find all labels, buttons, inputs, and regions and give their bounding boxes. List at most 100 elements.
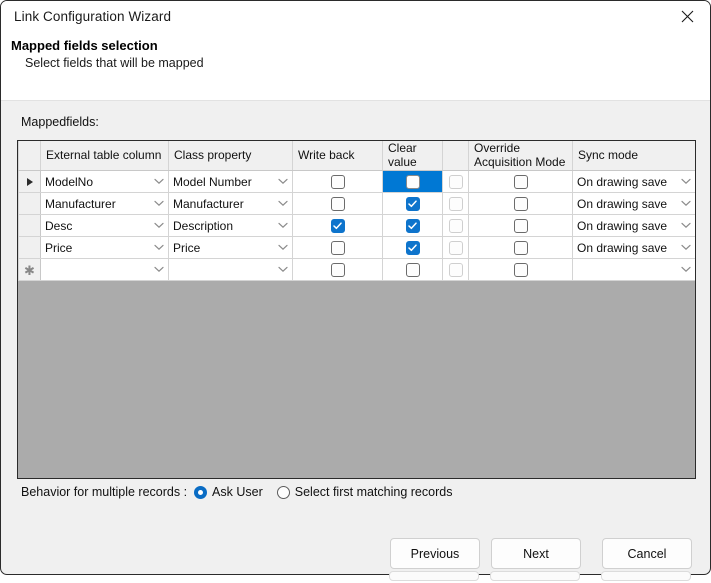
cell-override-acquisition-mode[interactable] — [468, 170, 573, 193]
checkbox-override-acquisition-mode[interactable] — [513, 218, 528, 233]
cell-override-acquisition-mode[interactable] — [468, 214, 573, 237]
checkbox-write-back[interactable] — [330, 262, 345, 277]
checkbox-override-acquisition-mode[interactable] — [513, 240, 528, 255]
checkbox-clear-value[interactable] — [405, 262, 420, 277]
chevron-down-icon[interactable] — [274, 266, 292, 273]
combo-external-table-column[interactable]: Manufacturer — [42, 194, 168, 214]
combo-sync-mode[interactable]: On drawing save — [574, 172, 695, 192]
cell-sync-mode[interactable]: On drawing save — [572, 214, 695, 237]
cell-external-table-column[interactable]: Price — [40, 236, 169, 259]
chevron-down-icon[interactable] — [677, 178, 695, 185]
cell-clear-value[interactable] — [382, 192, 443, 215]
combo-external-table-column[interactable]: ModelNo — [42, 172, 168, 192]
chevron-down-icon[interactable] — [274, 222, 292, 229]
col-header-class-property[interactable]: Class property — [168, 141, 293, 171]
col-header-override-acquisition-mode[interactable]: Override Acquisition Mode — [468, 141, 573, 171]
checkbox-override-acquisition-mode[interactable] — [513, 196, 528, 211]
table-row[interactable]: Desc Description On drawing save — [18, 214, 695, 237]
cell-clear-value[interactable] — [382, 214, 443, 237]
chevron-down-icon[interactable] — [677, 266, 695, 273]
checkbox-clear-value[interactable] — [405, 174, 420, 189]
cell-blank-column[interactable] — [442, 258, 469, 281]
cell-override-acquisition-mode[interactable] — [468, 258, 573, 281]
cell-class-property[interactable]: Manufacturer — [168, 192, 293, 215]
col-header-clear-value[interactable]: Clear value — [382, 141, 443, 171]
combo-sync-mode[interactable] — [574, 260, 695, 280]
chevron-down-icon[interactable] — [150, 222, 168, 229]
chevron-down-icon[interactable] — [150, 178, 168, 185]
checkbox-blank-column[interactable] — [448, 218, 463, 233]
chevron-down-icon[interactable] — [677, 244, 695, 251]
chevron-down-icon[interactable] — [274, 178, 292, 185]
cell-blank-column[interactable] — [442, 192, 469, 215]
combo-sync-mode[interactable]: On drawing save — [574, 194, 695, 214]
chevron-down-icon[interactable] — [274, 200, 292, 207]
combo-external-table-column[interactable] — [42, 260, 168, 280]
col-header-blank[interactable] — [442, 141, 469, 171]
row-marker[interactable] — [18, 236, 41, 259]
checkbox-write-back[interactable] — [330, 240, 345, 255]
cell-clear-value[interactable] — [382, 170, 443, 193]
cell-override-acquisition-mode[interactable] — [468, 236, 573, 259]
cell-sync-mode[interactable]: On drawing save — [572, 236, 695, 259]
checkbox-override-acquisition-mode[interactable] — [513, 262, 528, 277]
cell-external-table-column[interactable] — [40, 258, 169, 281]
chevron-down-icon[interactable] — [150, 244, 168, 251]
row-marker[interactable] — [18, 170, 41, 193]
chevron-down-icon[interactable] — [274, 244, 292, 251]
cell-external-table-column[interactable]: Desc — [40, 214, 169, 237]
checkbox-write-back[interactable] — [330, 218, 345, 233]
cell-external-table-column[interactable]: Manufacturer — [40, 192, 169, 215]
combo-external-table-column[interactable]: Desc — [42, 216, 168, 236]
checkbox-clear-value[interactable] — [405, 218, 420, 233]
cell-clear-value[interactable] — [382, 258, 443, 281]
combo-external-table-column[interactable]: Price — [42, 238, 168, 258]
next-button[interactable]: Next — [491, 538, 581, 569]
cell-sync-mode[interactable]: On drawing save — [572, 170, 695, 193]
row-marker[interactable] — [18, 192, 41, 215]
close-icon[interactable] — [664, 1, 710, 32]
cell-class-property[interactable] — [168, 258, 293, 281]
checkbox-blank-column[interactable] — [448, 174, 463, 189]
chevron-down-icon[interactable] — [677, 222, 695, 229]
checkbox-blank-column[interactable] — [448, 196, 463, 211]
col-header-sync-mode[interactable]: Sync mode — [572, 141, 695, 171]
combo-class-property[interactable]: Price — [170, 238, 292, 258]
cancel-button[interactable]: Cancel — [602, 538, 692, 569]
col-header-write-back[interactable]: Write back — [292, 141, 383, 171]
table-row[interactable]: Manufacturer Manufacturer On drawing save — [18, 192, 695, 215]
cell-blank-column[interactable] — [442, 236, 469, 259]
cell-class-property[interactable]: Description — [168, 214, 293, 237]
row-marker[interactable] — [18, 214, 41, 237]
cell-override-acquisition-mode[interactable] — [468, 192, 573, 215]
cell-write-back[interactable] — [292, 192, 383, 215]
checkbox-clear-value[interactable] — [405, 240, 420, 255]
combo-class-property[interactable] — [170, 260, 292, 280]
radio-select-first-matching-records[interactable]: Select first matching records — [276, 485, 452, 499]
checkbox-write-back[interactable] — [330, 196, 345, 211]
combo-sync-mode[interactable]: On drawing save — [574, 216, 695, 236]
chevron-down-icon[interactable] — [677, 200, 695, 207]
chevron-down-icon[interactable] — [150, 200, 168, 207]
checkbox-blank-column[interactable] — [448, 240, 463, 255]
checkbox-override-acquisition-mode[interactable] — [513, 174, 528, 189]
checkbox-clear-value[interactable] — [405, 196, 420, 211]
radio-ask-user[interactable]: Ask User — [194, 485, 263, 499]
table-row[interactable]: ✱ — [18, 258, 695, 281]
table-row[interactable]: ModelNo Model Number On drawing save — [18, 170, 695, 193]
cell-sync-mode[interactable] — [572, 258, 695, 281]
checkbox-write-back[interactable] — [330, 174, 345, 189]
combo-sync-mode[interactable]: On drawing save — [574, 238, 695, 258]
cell-external-table-column[interactable]: ModelNo — [40, 170, 169, 193]
cell-class-property[interactable]: Model Number — [168, 170, 293, 193]
cell-write-back[interactable] — [292, 236, 383, 259]
cell-write-back[interactable] — [292, 214, 383, 237]
checkbox-blank-column[interactable] — [448, 262, 463, 277]
mapped-fields-grid[interactable]: External table column Class property Wri… — [17, 140, 696, 479]
cell-blank-column[interactable] — [442, 170, 469, 193]
table-row[interactable]: Price Price On drawing save — [18, 236, 695, 259]
previous-button[interactable]: Previous — [390, 538, 480, 569]
cell-write-back[interactable] — [292, 258, 383, 281]
cell-sync-mode[interactable]: On drawing save — [572, 192, 695, 215]
cell-clear-value[interactable] — [382, 236, 443, 259]
